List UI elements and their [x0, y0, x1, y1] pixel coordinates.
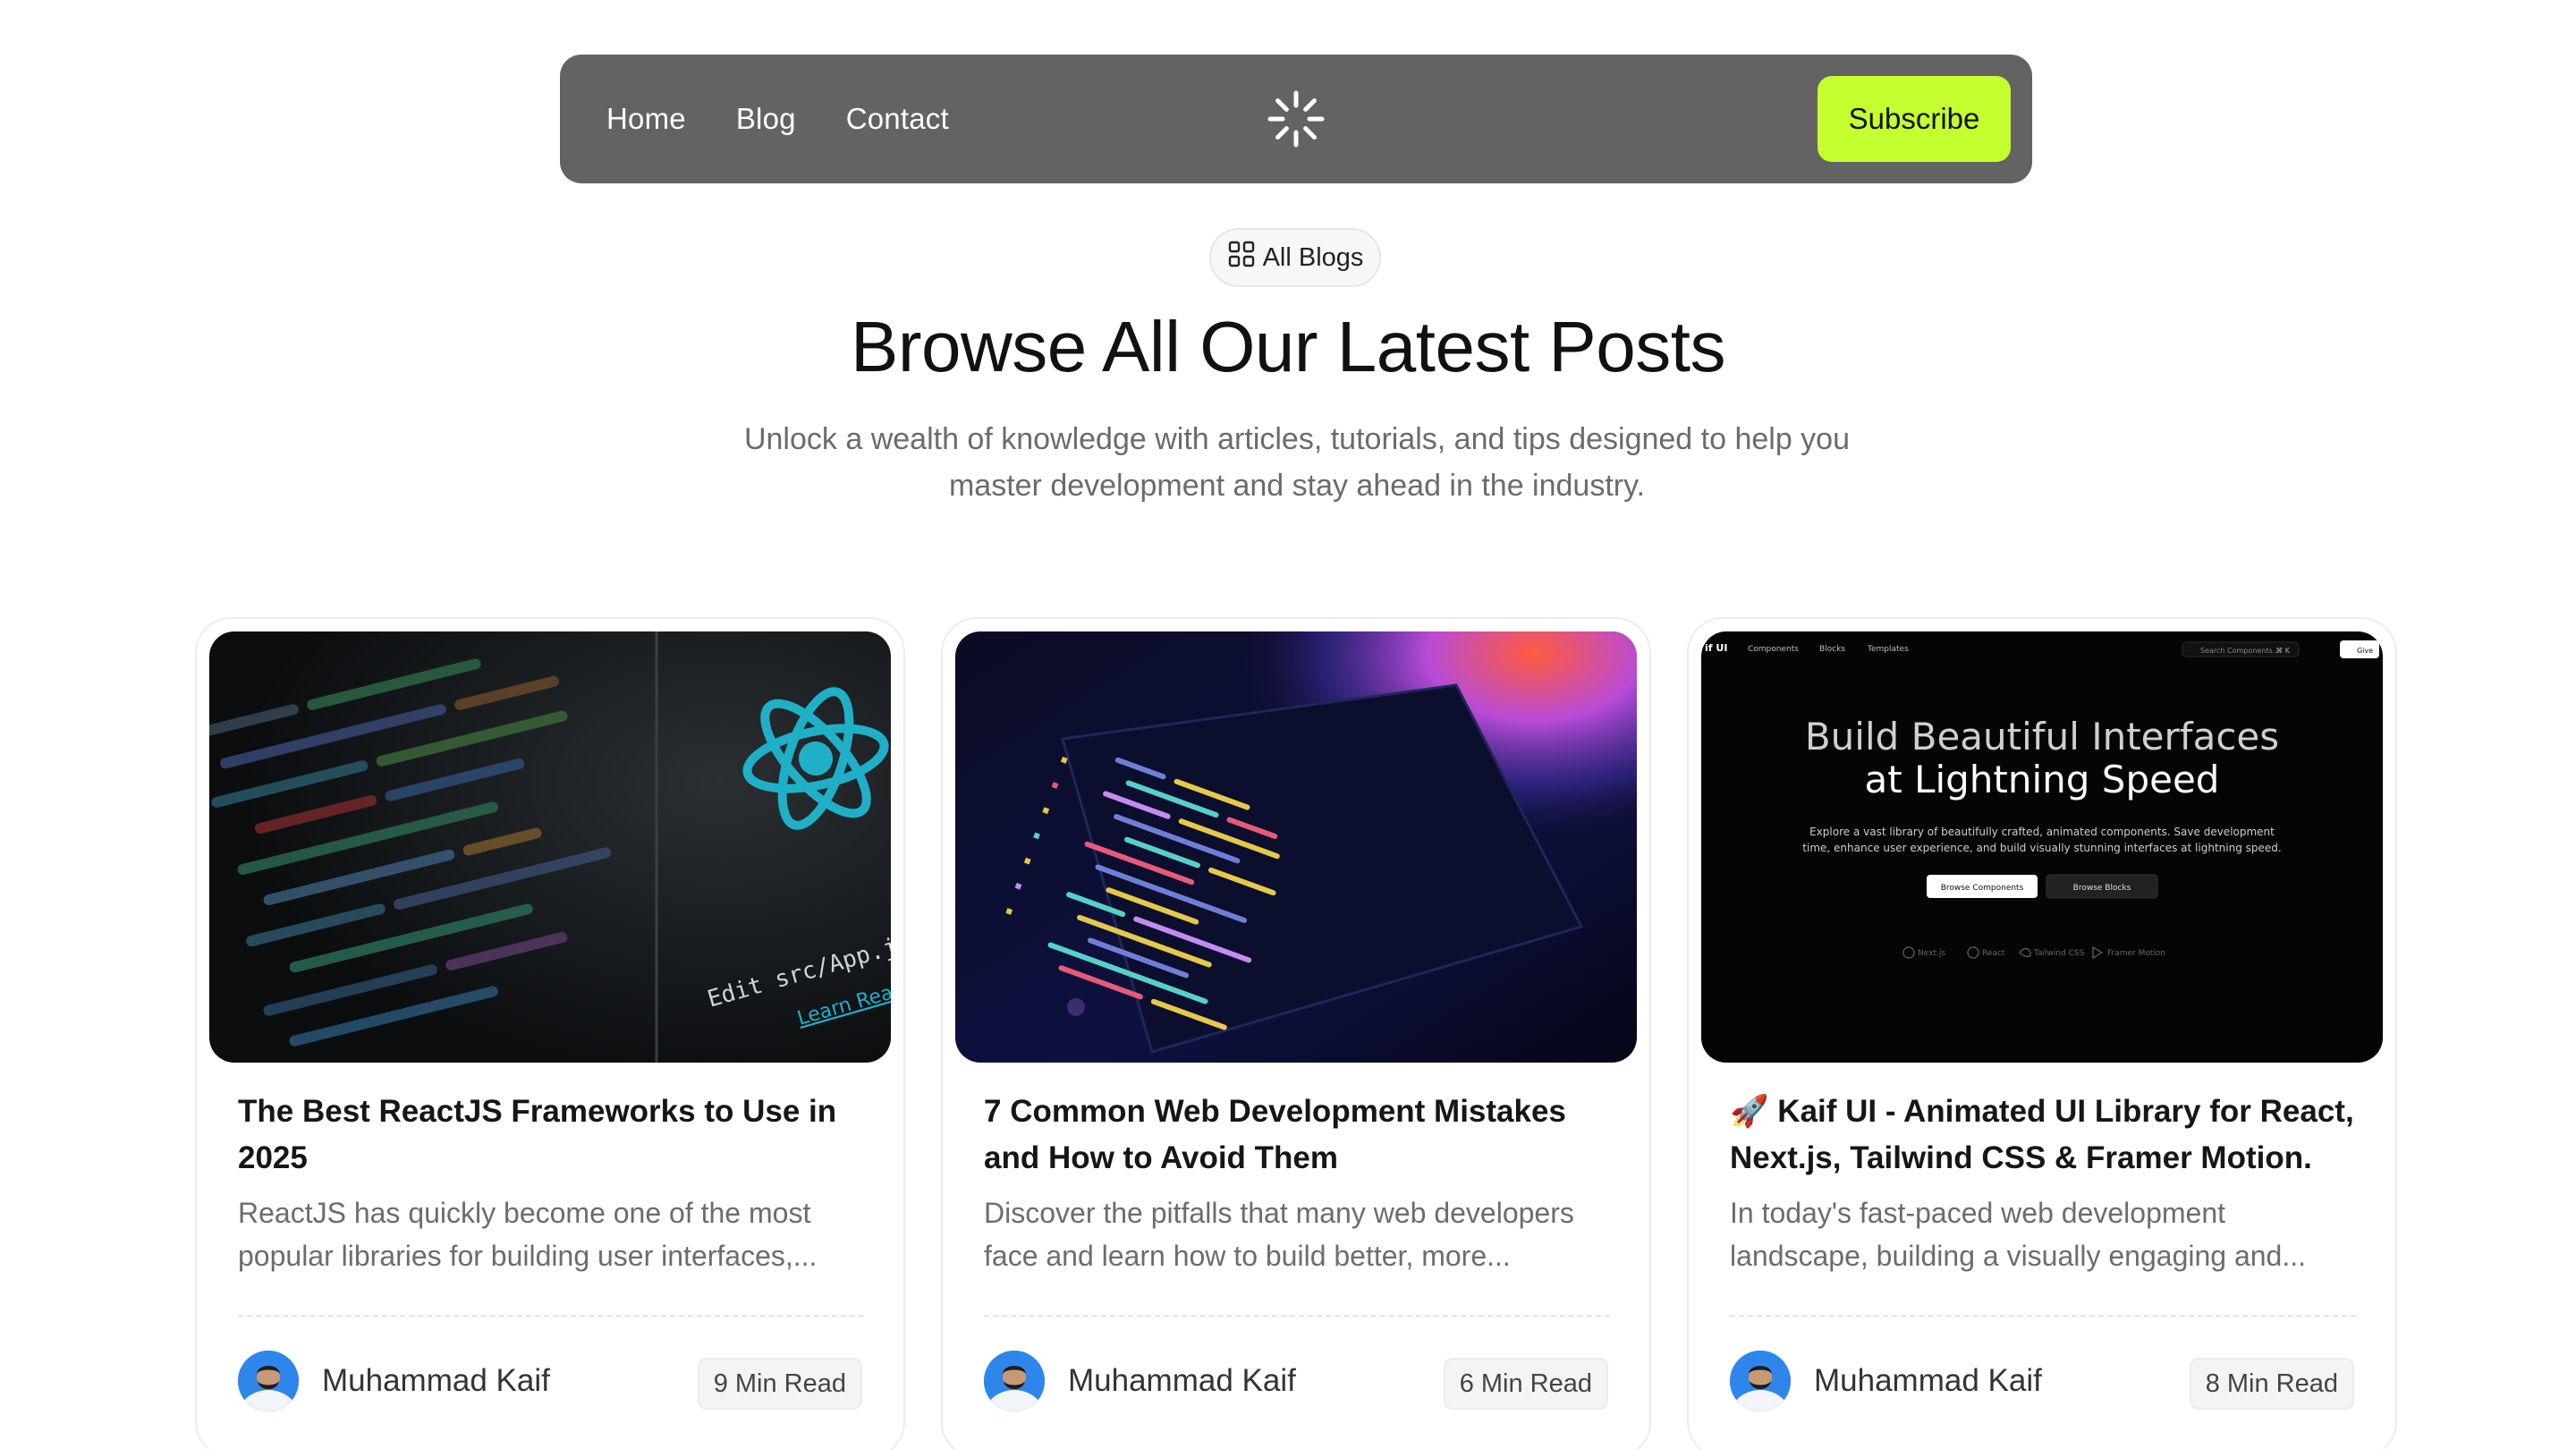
kaif-browse-blocks: Browse Blocks: [2073, 884, 2131, 893]
kaif-search-placeholder: Search Components...: [2200, 647, 2279, 655]
author-name: Muhammad Kaif: [322, 1363, 550, 1398]
nav-link-home[interactable]: Home: [606, 102, 686, 136]
avatar: [1730, 1351, 1791, 1411]
kaif-give-button: Give: [2357, 647, 2373, 655]
card-image[interactable]: Edit src/App.js and save to Learn React: [209, 631, 891, 1063]
kaif-nav-blocks: Blocks: [1819, 645, 1845, 654]
blog-card[interactable]: Edit src/App.js and save to Learn React …: [195, 617, 905, 1449]
grid-icon: [1227, 240, 1256, 275]
card-title[interactable]: The Best ReactJS Frameworks to Use in 20…: [238, 1089, 864, 1182]
subscribe-button[interactable]: Subscribe: [1818, 76, 2011, 162]
nav-link-blog[interactable]: Blog: [736, 102, 796, 136]
chip-label: All Blogs: [1262, 242, 1364, 272]
card-author: Muhammad Kaif: [984, 1351, 1296, 1411]
card-author: Muhammad Kaif: [1730, 1351, 2042, 1411]
card-excerpt: Discover the pitfalls that many web deve…: [984, 1197, 1574, 1272]
nav-link-contact[interactable]: Contact: [846, 102, 949, 136]
blog-card[interactable]: if UI Components Blocks Templates Search…: [1687, 617, 2397, 1449]
card-divider: [238, 1315, 864, 1317]
read-time-badge: 9 Min Read: [697, 1358, 862, 1410]
kaif-logo-text: if UI: [1705, 642, 1727, 654]
kaif-search-shortcut: ⌘ K: [2275, 647, 2291, 655]
kaif-logo-react: React: [1982, 949, 2005, 958]
card-image[interactable]: [955, 631, 1637, 1063]
card-divider: [1730, 1315, 2356, 1317]
kaif-desc-2: time, enhance user experience, and build…: [1802, 842, 2281, 854]
kaif-browse-components: Browse Components: [1941, 884, 2024, 893]
kaif-nav-components: Components: [1748, 645, 1799, 654]
blog-card[interactable]: 7 Common Web Development Mistakes and Ho…: [941, 617, 1651, 1449]
read-time-badge: 8 Min Read: [2189, 1358, 2354, 1410]
avatar: [984, 1351, 1045, 1411]
card-title[interactable]: 7 Common Web Development Mistakes and Ho…: [984, 1089, 1610, 1182]
card-excerpt: ReactJS has quickly become one of the mo…: [238, 1197, 818, 1272]
kaif-logo-framer: Framer Motion: [2107, 949, 2165, 958]
all-blogs-chip[interactable]: All Blogs: [1209, 228, 1381, 287]
loader-icon[interactable]: [1267, 89, 1326, 148]
author-name: Muhammad Kaif: [1814, 1363, 2042, 1398]
card-divider: [984, 1315, 1610, 1317]
navbar: Home Blog Contact Subscribe: [560, 55, 2032, 183]
page-title: Browse All Our Latest Posts: [850, 307, 1726, 386]
card-author: Muhammad Kaif: [238, 1351, 550, 1411]
kaif-logo-nextjs: Next.js: [1918, 949, 1945, 958]
nav-links: Home Blog Contact: [606, 102, 949, 136]
blog-page: Home Blog Contact Subscribe All Blogs Br…: [0, 0, 2576, 1449]
kaif-headline-1: Build Beautiful Interfaces: [1805, 715, 2279, 758]
author-name: Muhammad Kaif: [1068, 1363, 1296, 1398]
kaif-headline-2: at Lightning Speed: [1865, 758, 2220, 801]
kaif-nav-templates: Templates: [1867, 645, 1909, 654]
kaif-logo-tailwind: Tailwind CSS: [2033, 949, 2085, 958]
avatar: [238, 1351, 299, 1411]
kaif-desc-1: Explore a vast library of beautifully cr…: [1809, 826, 2275, 838]
page-subtitle: Unlock a wealth of knowledge with articl…: [743, 422, 1851, 503]
read-time-badge: 6 Min Read: [1443, 1358, 1608, 1410]
card-image[interactable]: if UI Components Blocks Templates Search…: [1701, 631, 2383, 1063]
card-title[interactable]: 🚀 Kaif UI - Animated UI Library for Reac…: [1730, 1089, 2356, 1182]
card-excerpt: In today's fast-paced web development la…: [1730, 1197, 2307, 1272]
